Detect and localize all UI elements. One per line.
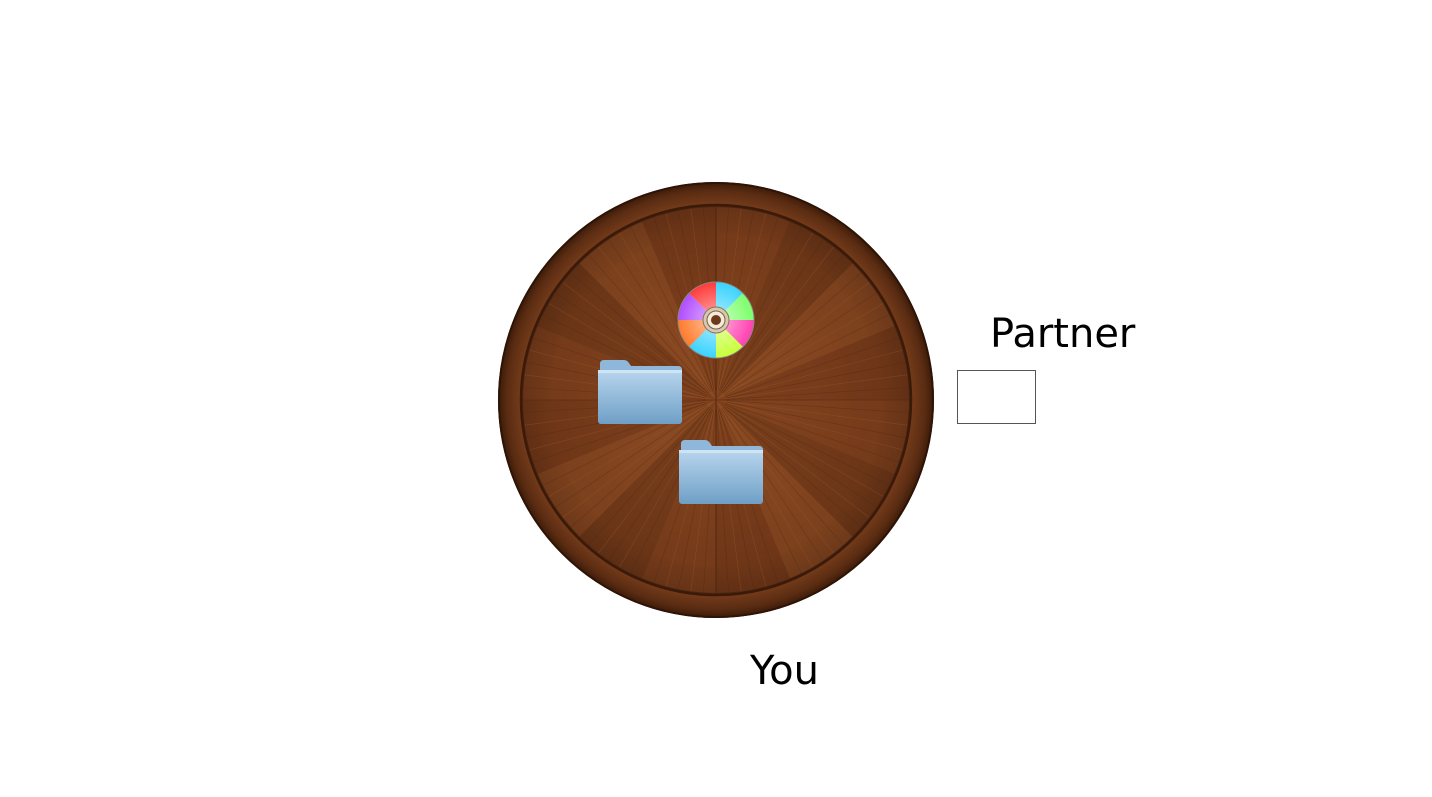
round-table bbox=[496, 180, 936, 620]
you-label: You bbox=[750, 648, 819, 694]
folder-icon[interactable] bbox=[677, 438, 765, 506]
folder-icon[interactable] bbox=[596, 358, 684, 426]
stage: Partner You bbox=[0, 0, 1432, 797]
cd-disc-icon[interactable] bbox=[677, 281, 755, 359]
table-graphic bbox=[498, 182, 934, 618]
partner-label: Partner bbox=[990, 311, 1136, 357]
partner-slot[interactable] bbox=[957, 370, 1036, 424]
